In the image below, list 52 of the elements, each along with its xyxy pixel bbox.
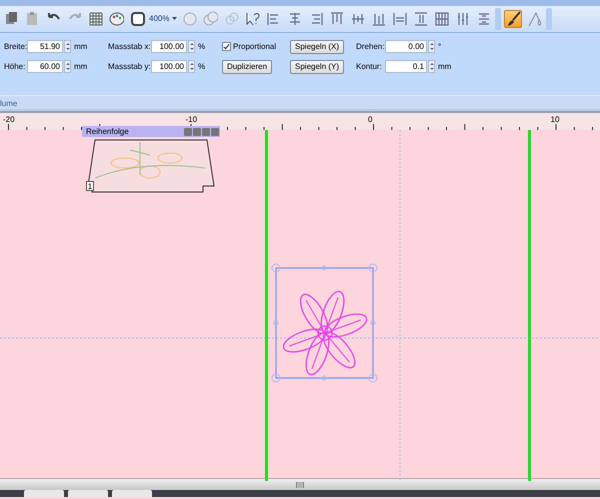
duplicate-button[interactable]: Duplizieren	[222, 60, 272, 74]
unit-label: %	[198, 60, 206, 72]
ruler-label: 10	[550, 114, 560, 126]
spin-button[interactable]	[64, 40, 71, 53]
brush-icon[interactable]	[504, 10, 522, 28]
paste-icon[interactable]	[24, 10, 40, 28]
spin-button[interactable]	[428, 60, 435, 73]
palette-icon[interactable]	[108, 10, 124, 28]
spin-button[interactable]	[188, 60, 195, 73]
number-field[interactable]: 100.00	[151, 60, 187, 73]
selection-frame[interactable]	[272, 264, 378, 382]
spin-button[interactable]	[188, 40, 195, 53]
frame-icon[interactable]	[129, 10, 145, 28]
grid-icon[interactable]	[87, 10, 103, 28]
panel-header[interactable]: Reihenfolge	[82, 126, 220, 137]
ruler-label: -10	[186, 114, 198, 126]
number-field[interactable]: 0.1	[385, 60, 427, 73]
unit-label: °	[438, 40, 442, 52]
field-label: Breite:	[4, 40, 27, 52]
grid-align-icon[interactable]	[433, 10, 450, 28]
distribute-icon[interactable]	[391, 10, 408, 28]
spin-button[interactable]	[428, 40, 435, 53]
spin-button[interactable]	[64, 60, 71, 73]
field-label: Drehen:	[356, 40, 385, 52]
checkbox[interactable]	[222, 42, 231, 51]
field-label: Kontur:	[356, 60, 383, 72]
zoom-level[interactable]: 400%	[149, 13, 170, 25]
number-field[interactable]: 0.00	[385, 40, 427, 53]
checkbox-label: Proportional	[233, 40, 276, 52]
tab-label[interactable]: lume	[0, 99, 18, 108]
ruler-label: 0	[368, 114, 372, 126]
dropdown-caret-icon[interactable]	[172, 17, 178, 20]
order-index: 1	[86, 181, 94, 191]
unit-label: mm	[74, 40, 88, 52]
number-field[interactable]: 60.00	[27, 60, 63, 73]
toolbar-grip[interactable]	[495, 8, 502, 30]
toolbar-grip[interactable]	[546, 8, 552, 30]
unit-label: mm	[74, 60, 88, 72]
panel-title: Reihenfolge	[86, 126, 129, 138]
number-field[interactable]: 51.90	[27, 40, 63, 53]
field-label: Massstab y:	[108, 60, 151, 72]
ruler-label: -20	[3, 114, 15, 126]
number-field[interactable]: 100.00	[151, 40, 187, 53]
unit-label: mm	[438, 60, 452, 72]
field-label: Massstab x:	[108, 40, 151, 52]
unit-label: %	[198, 40, 206, 52]
mirror-button[interactable]: Spiegeln (X)	[290, 40, 344, 54]
distribute-icon[interactable]	[412, 10, 428, 28]
scroll-grip-icon[interactable]	[296, 482, 304, 488]
mirror-button[interactable]: Spiegeln (Y)	[290, 60, 344, 74]
flower-drawing[interactable]	[282, 290, 368, 376]
field-label: Höhe:	[4, 60, 26, 72]
